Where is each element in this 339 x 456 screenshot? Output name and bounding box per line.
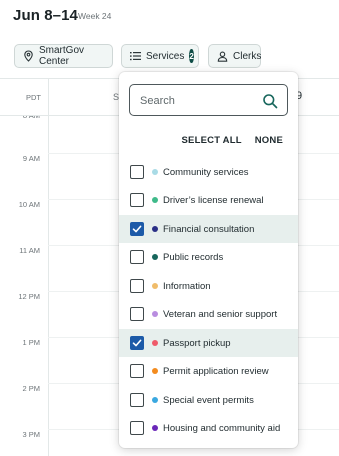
services-dropdown: SELECT ALL NONE Community services Driver… [119, 72, 298, 448]
checkbox[interactable] [130, 222, 144, 236]
service-color-dot [152, 311, 158, 317]
timezone-label: PDT [26, 93, 41, 102]
service-option[interactable]: Financial consultation [119, 215, 298, 243]
service-color-dot [152, 197, 158, 203]
checkbox[interactable] [130, 193, 144, 207]
service-option[interactable]: Permit application review [119, 357, 298, 385]
person-icon [217, 50, 228, 62]
checkbox[interactable] [130, 364, 144, 378]
location-pin-icon [23, 50, 34, 62]
services-count-badge: 2 [189, 49, 194, 63]
service-option-label: Public records [163, 251, 224, 263]
service-color-dot [152, 425, 158, 431]
select-none-button[interactable]: NONE [255, 135, 283, 146]
location-filter-label: SmartGov Center [39, 45, 85, 67]
page-header: Jun 8–14 Week 24 [0, 0, 339, 32]
time-gutter-divider [48, 78, 49, 456]
checkbox[interactable] [130, 250, 144, 264]
list-icon [130, 50, 141, 62]
clerks-filter-label: Clerks [233, 50, 262, 62]
service-option[interactable]: Driver’s license renewal [119, 186, 298, 214]
service-option-label: Permit application review [163, 365, 269, 377]
service-option[interactable]: Special event permits [119, 386, 298, 414]
service-color-dot [152, 340, 158, 346]
selection-actions: SELECT ALL NONE [182, 135, 283, 146]
service-color-dot [152, 283, 158, 289]
service-option[interactable]: Community services [119, 158, 298, 186]
check-icon [132, 339, 142, 347]
time-label-11am: 11 AM [19, 246, 40, 255]
service-color-dot [152, 397, 158, 403]
search-input[interactable] [140, 93, 260, 109]
checkbox[interactable] [130, 165, 144, 179]
location-filter-button[interactable]: SmartGov Center [14, 44, 113, 68]
service-color-dot [152, 368, 158, 374]
time-label-12pm: 12 PM [18, 292, 40, 301]
service-option-label: Housing and community aid [163, 422, 281, 434]
time-label-2pm: 2 PM [22, 384, 40, 393]
services-filter-label: Services [146, 50, 185, 62]
time-label-10am: 10 AM [18, 200, 40, 209]
services-filter-button[interactable]: Services 2 [121, 44, 199, 68]
service-option-label: Financial consultation [163, 223, 255, 235]
checkbox[interactable] [130, 279, 144, 293]
service-option-label: Passport pickup [163, 337, 231, 349]
checkbox[interactable] [130, 336, 144, 350]
checkbox[interactable] [130, 421, 144, 435]
week-number: Week 24 [78, 11, 112, 21]
check-icon [132, 225, 142, 233]
service-color-dot [152, 169, 158, 175]
search-icon[interactable] [262, 93, 278, 109]
service-option-label: Veteran and senior support [163, 308, 278, 320]
service-option[interactable]: Information [119, 272, 298, 300]
time-label-9am: 9 AM [22, 154, 40, 163]
service-color-dot [152, 226, 158, 232]
service-option-label: Special event permits [163, 394, 254, 406]
service-option[interactable]: Housing and community aid [119, 414, 298, 442]
clerks-filter-button[interactable]: Clerks [208, 44, 261, 68]
service-color-dot [152, 254, 158, 260]
service-option[interactable]: Passport pickup [119, 329, 298, 357]
service-option-label: Information [163, 280, 211, 292]
service-option[interactable]: Public records [119, 243, 298, 271]
filter-bar: SmartGov Center Services 2 Clerks [0, 42, 339, 70]
time-label-3pm: 3 PM [22, 430, 40, 439]
service-option-label: Community services [163, 166, 249, 178]
checkbox[interactable] [130, 393, 144, 407]
service-option[interactable]: Veteran and senior support [119, 300, 298, 328]
service-option-label: Driver’s license renewal [163, 194, 264, 206]
date-range-title: Jun 8–14 [13, 7, 79, 24]
select-all-button[interactable]: SELECT ALL [182, 135, 242, 146]
search-box[interactable] [129, 84, 288, 116]
checkbox[interactable] [130, 307, 144, 321]
time-label-1pm: 1 PM [22, 338, 40, 347]
